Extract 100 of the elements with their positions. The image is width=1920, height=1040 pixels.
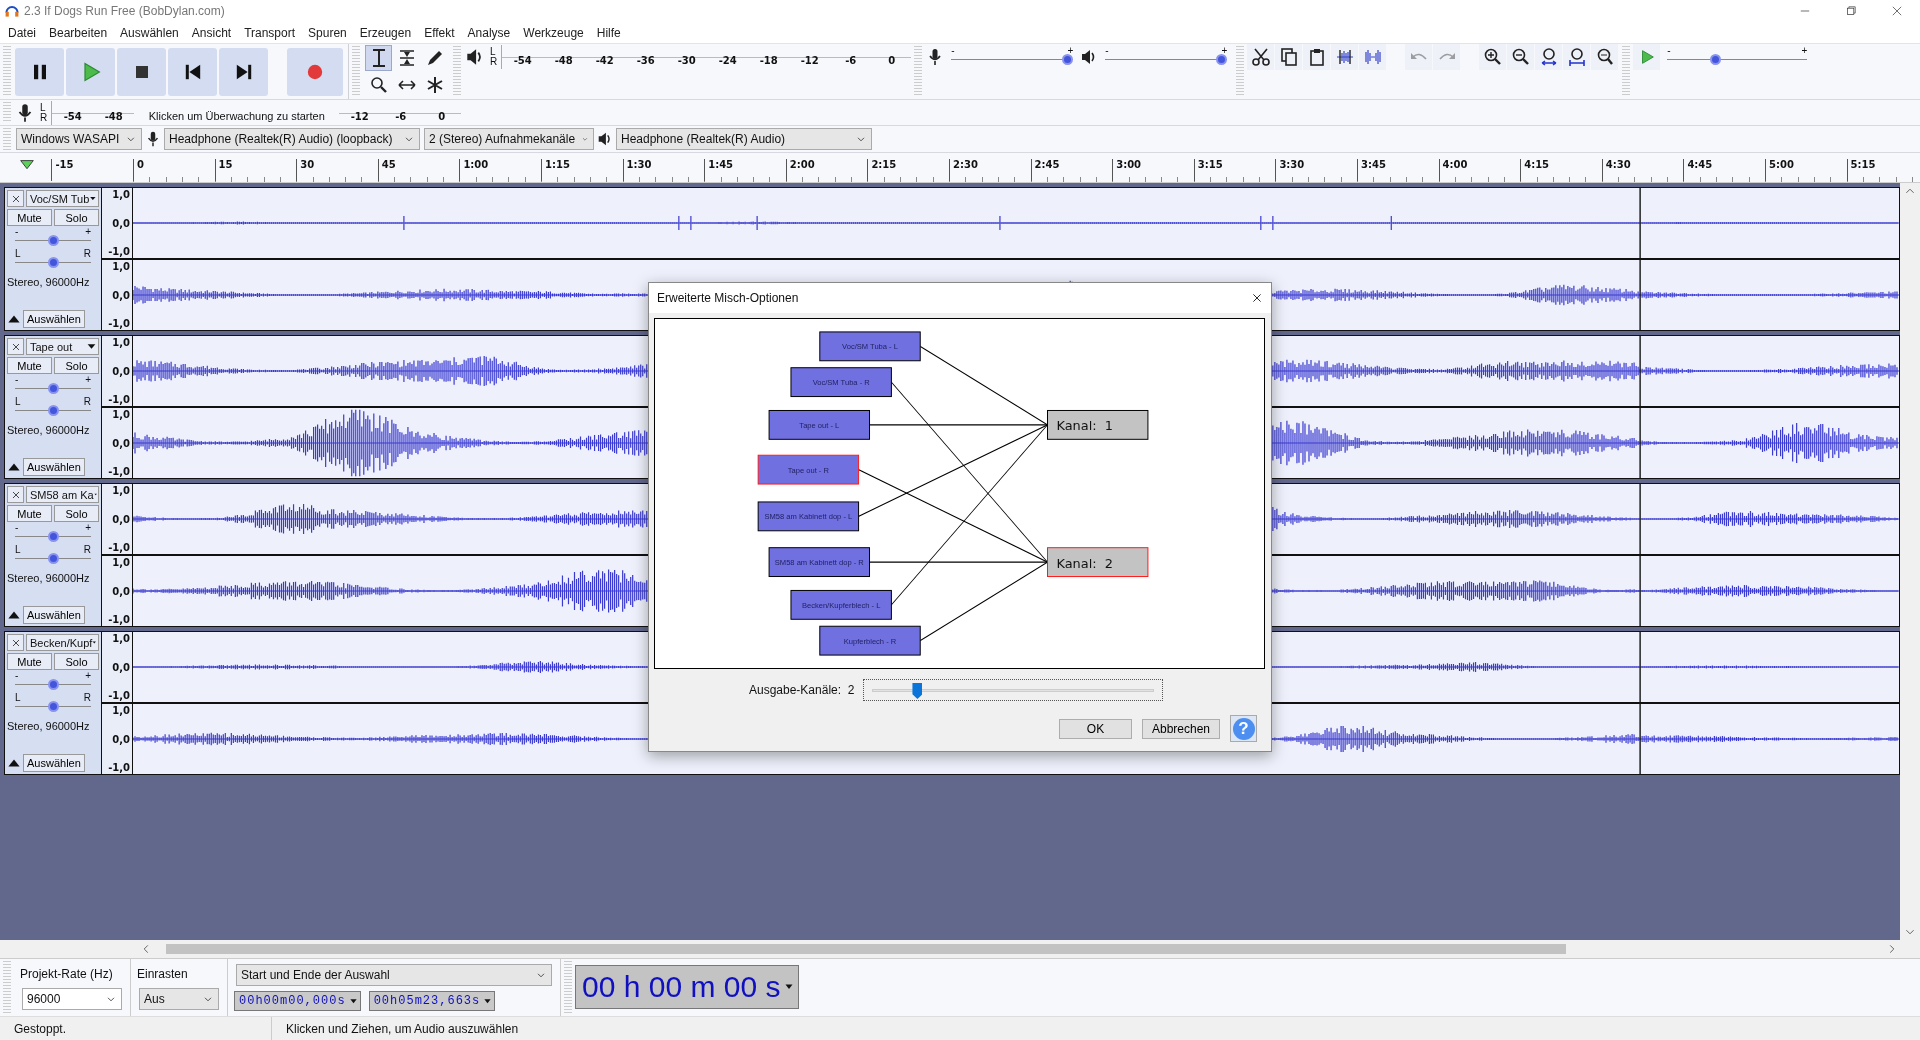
- stop-button[interactable]: [117, 47, 166, 96]
- selection-format-dropdown[interactable]: Start und Ende der Auswahl: [236, 964, 552, 986]
- track-name-dropdown[interactable]: Becken/Kupf: [26, 634, 99, 651]
- track-name-dropdown[interactable]: Voc/SM Tub: [26, 190, 99, 207]
- cut-button[interactable]: [1247, 44, 1275, 70]
- meter-tick: -42: [594, 55, 615, 66]
- copy-button[interactable]: [1275, 44, 1303, 70]
- output-channel-node[interactable]: Kanal: 1: [1047, 410, 1149, 440]
- menu-item[interactable]: Auswählen: [120, 25, 179, 40]
- magnifier-icon: [368, 75, 389, 95]
- menu-item[interactable]: Spuren: [308, 25, 347, 40]
- slider-thumb[interactable]: [47, 257, 59, 268]
- playback-meter[interactable]: -54 -48 -42 -36 -30 -24 -18 -12 -6 0: [501, 45, 912, 69]
- menu-item[interactable]: Erzeugen: [359, 25, 412, 40]
- zoom-toggle-button[interactable]: [1591, 44, 1619, 70]
- slider-thumb[interactable]: [47, 235, 59, 246]
- gain-slider[interactable]: - +: [15, 672, 91, 692]
- menu-item[interactable]: Transport: [244, 25, 296, 40]
- paste-button[interactable]: [1303, 44, 1331, 70]
- playback-speed-slider[interactable]: - +: [1667, 47, 1808, 67]
- close-track-button[interactable]: [7, 190, 24, 207]
- time-tick: 5:00: [1765, 159, 1794, 181]
- recording-channels-dropdown[interactable]: 2 (Stereo) Aufnahmekanäle: [424, 128, 594, 150]
- slider-thumb[interactable]: [1062, 54, 1074, 65]
- slider-thumb[interactable]: [47, 405, 59, 416]
- pause-button[interactable]: [15, 47, 64, 96]
- mute-button[interactable]: Mute: [7, 357, 52, 374]
- close-track-button[interactable]: [7, 634, 24, 651]
- mute-button[interactable]: Mute: [7, 505, 52, 522]
- menu-item[interactable]: Werkzeuge: [523, 25, 584, 40]
- playback-device-dropdown[interactable]: Headphone (Realtek(R) Audio): [616, 128, 872, 150]
- vertical-scrollbar[interactable]: [1900, 183, 1920, 940]
- close-track-button[interactable]: [7, 486, 24, 503]
- output-channels-slider[interactable]: [863, 679, 1163, 701]
- zoom-out-button[interactable]: [1507, 44, 1535, 70]
- select-track-button[interactable]: Auswählen: [23, 606, 85, 624]
- track-name-dropdown[interactable]: SM58 am Ka: [26, 486, 99, 503]
- ok-button[interactable]: OK: [1059, 718, 1132, 739]
- slider-thumb[interactable]: [47, 553, 59, 564]
- fit-project-button[interactable]: [1563, 44, 1591, 70]
- skip-to-start-button[interactable]: [168, 47, 217, 96]
- solo-button[interactable]: Solo: [54, 209, 99, 226]
- menu-item[interactable]: Hilfe: [596, 25, 621, 40]
- audio-host-dropdown[interactable]: Windows WASAPI: [16, 128, 142, 150]
- pan-slider[interactable]: L R: [15, 250, 91, 270]
- record-button[interactable]: [287, 47, 343, 96]
- scrollbar-thumb[interactable]: [166, 944, 1566, 954]
- channel-label: L: [490, 47, 497, 57]
- pan-slider[interactable]: L R: [15, 546, 91, 566]
- menu-item[interactable]: Ansicht: [191, 25, 232, 40]
- silence-button[interactable]: [1359, 44, 1387, 70]
- gain-slider[interactable]: - +: [15, 228, 91, 248]
- zoom-in-button[interactable]: [1479, 44, 1507, 70]
- slider-thumb[interactable]: [1709, 54, 1721, 65]
- recording-meter[interactable]: -54 -48 Klicken um Überwachung zu starten -12 -6 0: [51, 101, 462, 125]
- close-track-button[interactable]: [7, 338, 24, 355]
- toolbar-grip: [352, 46, 360, 97]
- solo-button[interactable]: Solo: [54, 653, 99, 670]
- select-track-button[interactable]: Auswählen: [23, 754, 85, 772]
- close-icon[interactable]: [1251, 292, 1263, 304]
- select-track-button[interactable]: Auswählen: [23, 458, 85, 476]
- recording-device-dropdown[interactable]: Headphone (Realtek(R) Audio) (loopback): [164, 128, 420, 150]
- solo-button[interactable]: Solo: [54, 505, 99, 522]
- select-track-button[interactable]: Auswählen: [23, 310, 85, 328]
- restore-icon[interactable]: [1844, 4, 1858, 18]
- skip-to-end-button[interactable]: [219, 47, 268, 96]
- mute-button[interactable]: Mute: [7, 653, 52, 670]
- slider-thumb[interactable]: [1216, 54, 1228, 65]
- scale-label: -1,0: [108, 394, 130, 405]
- pan-slider[interactable]: L R: [15, 694, 91, 714]
- menu-item[interactable]: Analyse: [467, 25, 511, 40]
- project-rate-dropdown[interactable]: 96000: [22, 988, 122, 1010]
- trim-button[interactable]: [1331, 44, 1359, 70]
- slider-thumb[interactable]: [47, 383, 59, 394]
- selection-tool[interactable]: [365, 45, 392, 71]
- slider-thumb[interactable]: [912, 683, 923, 699]
- menu-item[interactable]: Effekt: [424, 25, 455, 40]
- audio-position-time[interactable]: 00 h 00 m 00 s: [575, 965, 800, 1009]
- track-name-dropdown[interactable]: Tape out: [26, 338, 99, 355]
- play-at-speed-button[interactable]: [1633, 44, 1661, 70]
- menu-item[interactable]: Bearbeiten: [49, 25, 108, 40]
- meter-tick: -36: [635, 55, 656, 66]
- slider-thumb[interactable]: [47, 679, 59, 690]
- slider-thumb[interactable]: [47, 701, 59, 712]
- selection-end-time[interactable]: 00h05m23,663s: [368, 991, 496, 1011]
- recording-volume-slider[interactable]: - +: [951, 47, 1074, 67]
- output-channel-node[interactable]: Kanal: 2: [1047, 547, 1149, 577]
- gain-slider[interactable]: - +: [15, 376, 91, 396]
- cancel-button[interactable]: Abbrechen: [1142, 718, 1220, 739]
- playback-volume-slider[interactable]: - +: [1105, 47, 1228, 67]
- mute-button[interactable]: Mute: [7, 209, 52, 226]
- slider-thumb[interactable]: [47, 531, 59, 542]
- selection-start-time[interactable]: 00h00m00,000s: [234, 991, 361, 1011]
- fit-selection-button[interactable]: [1535, 44, 1563, 70]
- time-tick: 45: [377, 159, 396, 181]
- snap-dropdown[interactable]: Aus: [139, 988, 219, 1010]
- solo-button[interactable]: Solo: [54, 357, 99, 374]
- pan-slider[interactable]: L R: [15, 398, 91, 418]
- menu-item[interactable]: Datei: [8, 25, 36, 40]
- gain-slider[interactable]: - +: [15, 524, 91, 544]
